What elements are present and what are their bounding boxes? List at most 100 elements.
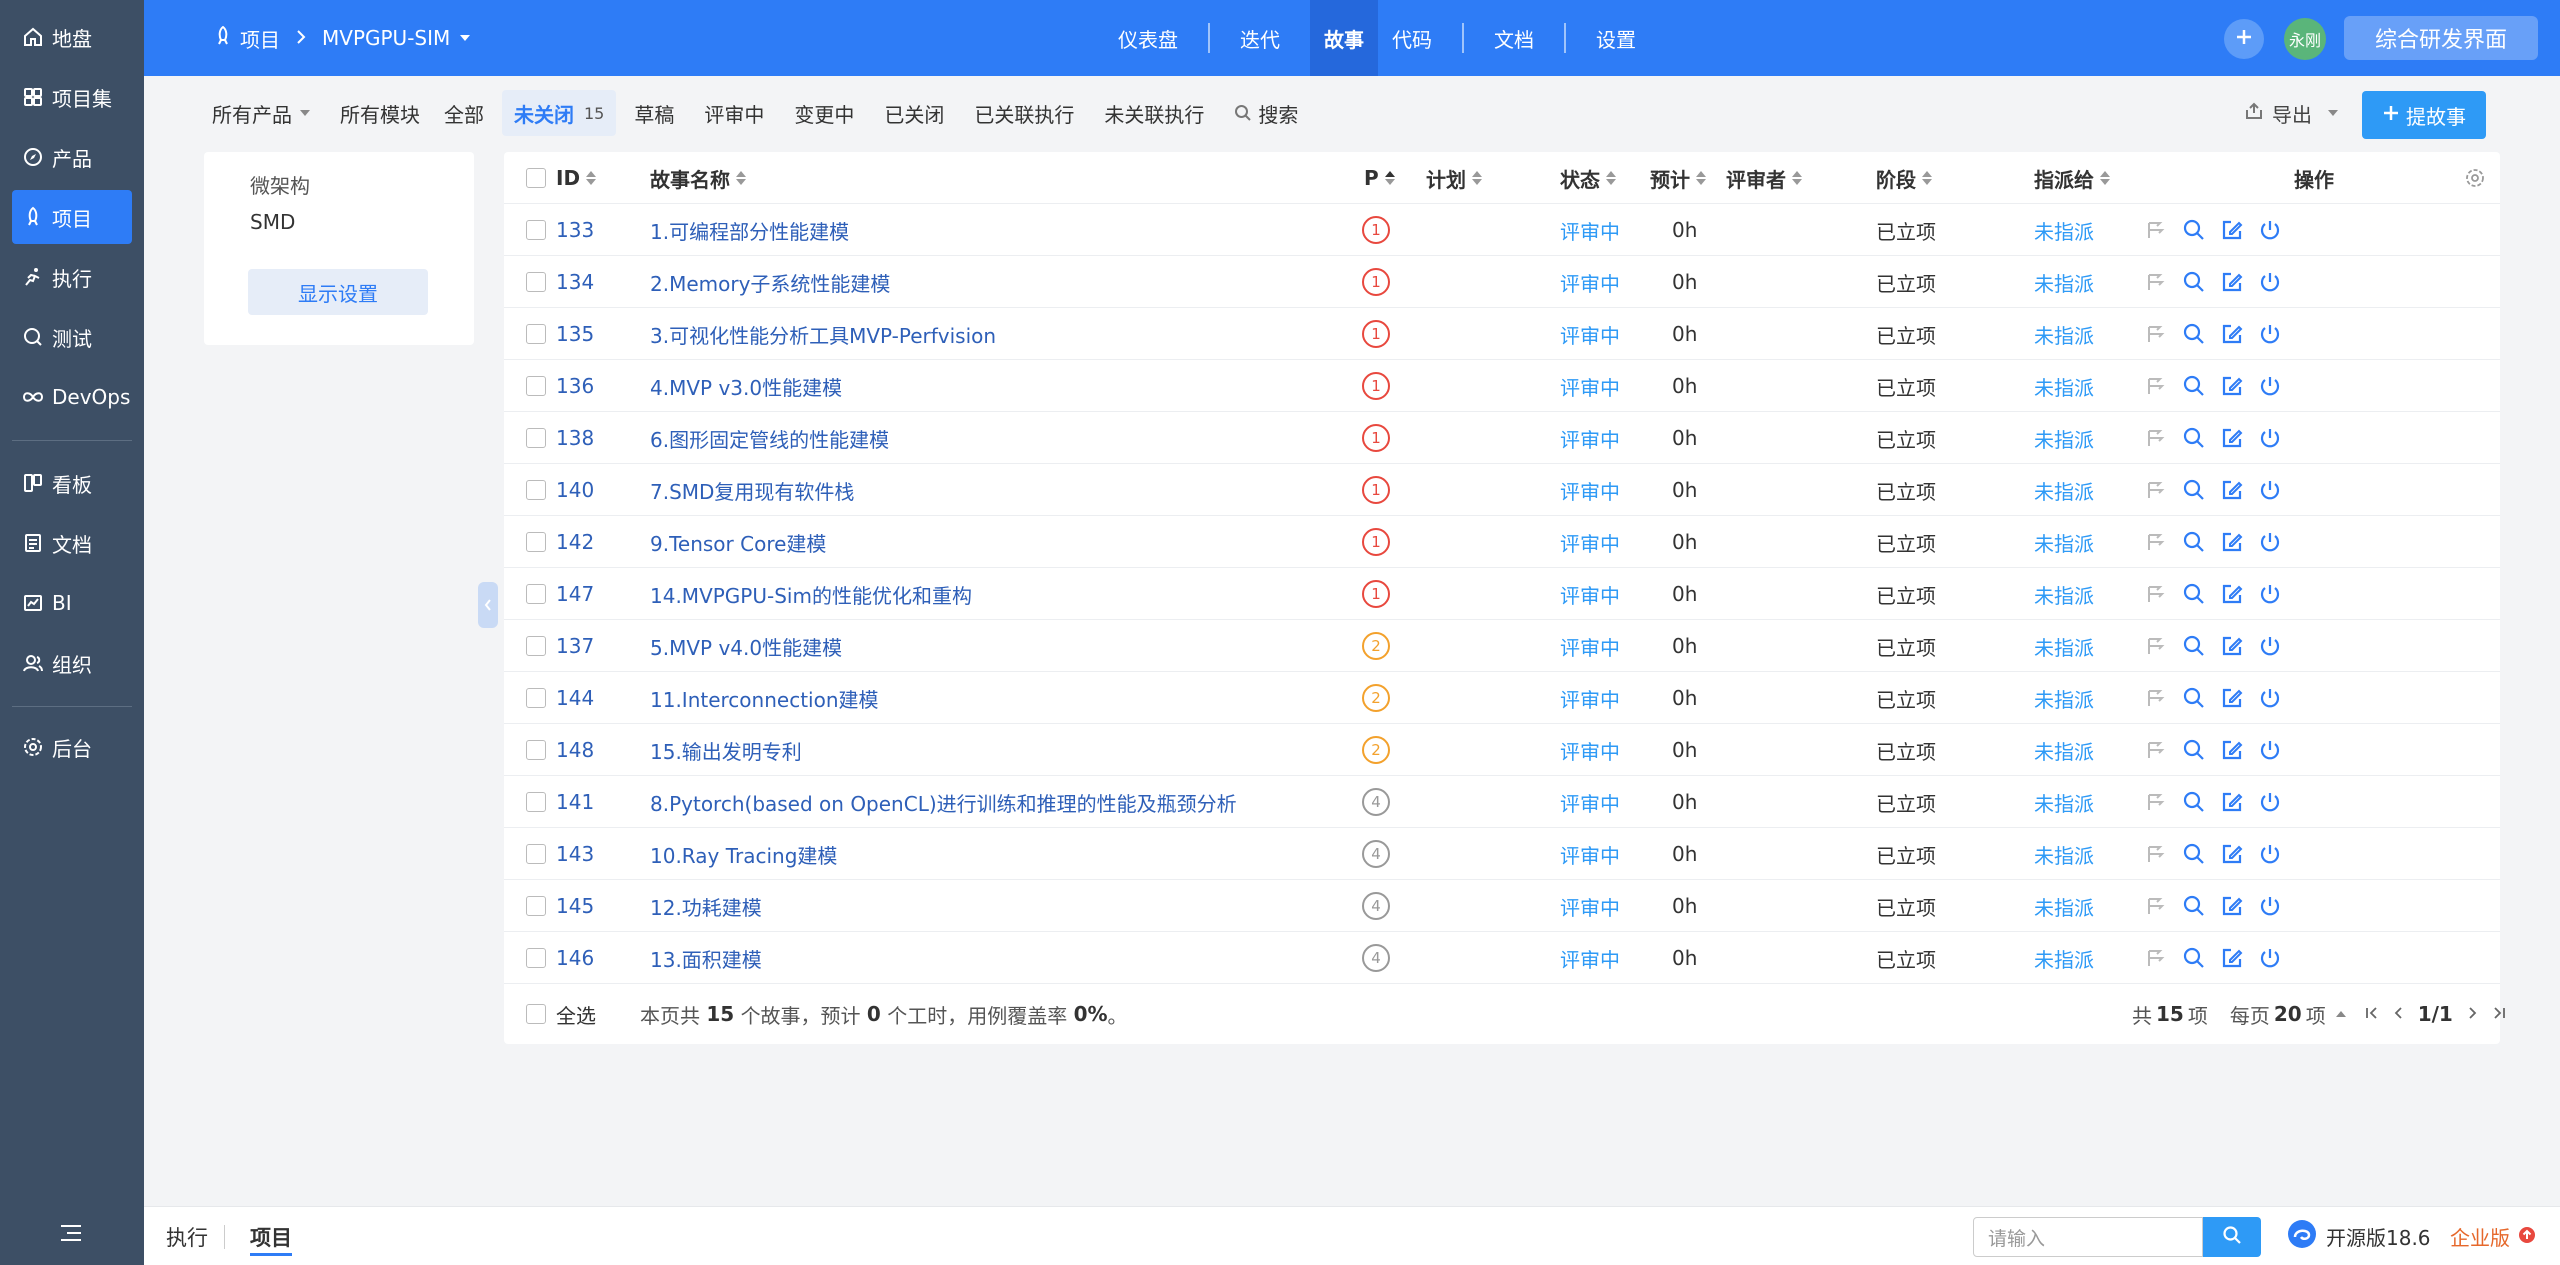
bottom-tab-project[interactable]: 项目: [250, 1207, 292, 1265]
module-item[interactable]: SMD: [250, 210, 295, 234]
story-title-link[interactable]: 1.可编程部分性能建模: [650, 204, 849, 256]
add-story-button[interactable]: 提故事: [2362, 91, 2486, 139]
story-title-link[interactable]: 6.图形固定管线的性能建模: [650, 412, 889, 464]
change-story-icon[interactable]: [2142, 892, 2170, 920]
row-checkbox[interactable]: [526, 724, 546, 776]
review-search-icon[interactable]: [2180, 216, 2208, 244]
col-name[interactable]: 故事名称: [650, 152, 746, 204]
menu-toggle-icon[interactable]: [56, 1218, 86, 1248]
story-title-link[interactable]: 2.Memory子系统性能建模: [650, 256, 890, 308]
row-checkbox[interactable]: [526, 412, 546, 464]
close-story-icon[interactable]: [2256, 892, 2284, 920]
col-priority[interactable]: P: [1364, 152, 1395, 204]
review-search-icon[interactable]: [2180, 580, 2208, 608]
assign-link[interactable]: 未指派: [2034, 360, 2094, 412]
row-checkbox[interactable]: [526, 516, 546, 568]
close-story-icon[interactable]: [2256, 268, 2284, 296]
row-checkbox[interactable]: [526, 776, 546, 828]
change-story-icon[interactable]: [2142, 788, 2170, 816]
row-checkbox[interactable]: [526, 568, 546, 620]
col-status[interactable]: 状态: [1560, 152, 1616, 204]
chevron-down-icon[interactable]: [460, 35, 471, 41]
story-id-link[interactable]: 136: [556, 360, 594, 412]
row-checkbox[interactable]: [526, 620, 546, 672]
row-checkbox[interactable]: [526, 828, 546, 880]
review-search-icon[interactable]: [2180, 944, 2208, 972]
tab-iteration[interactable]: 迭代: [1226, 0, 1294, 76]
review-search-icon[interactable]: [2180, 372, 2208, 400]
sidebar-item-org[interactable]: 组织: [12, 636, 132, 690]
story-id-link[interactable]: 145: [556, 880, 594, 932]
change-story-icon[interactable]: [2142, 684, 2170, 712]
footer-select-all-checkbox[interactable]: [526, 984, 546, 1044]
tab-settings[interactable]: 设置: [1582, 0, 1650, 76]
sidebar-item-doc[interactable]: 文档: [12, 516, 132, 570]
bottom-search-input[interactable]: 请输入: [1973, 1217, 2203, 1257]
assign-link[interactable]: 未指派: [2034, 412, 2094, 464]
assign-link[interactable]: 未指派: [2034, 204, 2094, 256]
change-story-icon[interactable]: [2142, 736, 2170, 764]
review-search-icon[interactable]: [2180, 424, 2208, 452]
story-id-link[interactable]: 134: [556, 256, 594, 308]
row-checkbox[interactable]: [526, 672, 546, 724]
assign-link[interactable]: 未指派: [2034, 880, 2094, 932]
column-settings-icon[interactable]: [2464, 152, 2486, 204]
edit-icon[interactable]: [2218, 216, 2246, 244]
assign-link[interactable]: 未指派: [2034, 724, 2094, 776]
footer-select-all-label[interactable]: 全选: [556, 984, 596, 1044]
change-story-icon[interactable]: [2142, 320, 2170, 348]
close-story-icon[interactable]: [2256, 424, 2284, 452]
story-id-link[interactable]: 138: [556, 412, 594, 464]
review-search-icon[interactable]: [2180, 632, 2208, 660]
story-title-link[interactable]: 15.输出发明专利: [650, 724, 802, 776]
story-title-link[interactable]: 3.可视化性能分析工具MVP-Perfvision: [650, 308, 996, 360]
story-id-link[interactable]: 147: [556, 568, 594, 620]
story-title-link[interactable]: 9.Tensor Core建模: [650, 516, 826, 568]
search-toggle[interactable]: 搜索: [1222, 90, 1310, 136]
close-story-icon[interactable]: [2256, 372, 2284, 400]
edit-icon[interactable]: [2218, 528, 2246, 556]
close-story-icon[interactable]: [2256, 216, 2284, 244]
tab-unclosed[interactable]: 未关闭 15: [502, 90, 617, 136]
edit-icon[interactable]: [2218, 892, 2246, 920]
module-filter[interactable]: 所有模块: [328, 90, 432, 136]
tab-draft[interactable]: 草稿: [622, 90, 686, 136]
review-search-icon[interactable]: [2180, 736, 2208, 764]
sidebar-item-program[interactable]: 项目集: [12, 70, 132, 124]
story-title-link[interactable]: 5.MVP v4.0性能建模: [650, 620, 842, 672]
assign-link[interactable]: 未指派: [2034, 672, 2094, 724]
close-story-icon[interactable]: [2256, 788, 2284, 816]
next-page-icon[interactable]: [2465, 1002, 2479, 1026]
row-checkbox[interactable]: [526, 204, 546, 256]
assign-link[interactable]: 未指派: [2034, 464, 2094, 516]
row-checkbox[interactable]: [526, 464, 546, 516]
row-checkbox[interactable]: [526, 256, 546, 308]
sidebar-item-project[interactable]: 项目: [12, 190, 132, 244]
pager-per-page[interactable]: 20: [2274, 1002, 2302, 1026]
story-id-link[interactable]: 137: [556, 620, 594, 672]
change-story-icon[interactable]: [2142, 216, 2170, 244]
edit-icon[interactable]: [2218, 944, 2246, 972]
select-all-checkbox[interactable]: [526, 152, 546, 204]
assign-link[interactable]: 未指派: [2034, 776, 2094, 828]
tab-reviewing[interactable]: 评审中: [692, 90, 776, 136]
story-id-link[interactable]: 135: [556, 308, 594, 360]
assign-link[interactable]: 未指派: [2034, 308, 2094, 360]
edit-icon[interactable]: [2218, 632, 2246, 660]
assign-link[interactable]: 未指派: [2034, 256, 2094, 308]
edit-icon[interactable]: [2218, 788, 2246, 816]
sidebar-item-bi[interactable]: BI: [12, 576, 132, 630]
edit-icon[interactable]: [2218, 580, 2246, 608]
tab-story[interactable]: 故事: [1310, 0, 1378, 76]
product-filter[interactable]: 所有产品: [200, 90, 322, 136]
display-settings-button[interactable]: 显示设置: [248, 269, 428, 315]
assign-link[interactable]: 未指派: [2034, 516, 2094, 568]
review-search-icon[interactable]: [2180, 840, 2208, 868]
edit-icon[interactable]: [2218, 320, 2246, 348]
story-id-link[interactable]: 140: [556, 464, 594, 516]
tab-linked-execution[interactable]: 已关联执行: [962, 90, 1086, 136]
edit-icon[interactable]: [2218, 372, 2246, 400]
edit-icon[interactable]: [2218, 268, 2246, 296]
story-title-link[interactable]: 8.Pytorch(based on OpenCL)进行训练和推理的性能及瓶颈分…: [650, 776, 1237, 828]
breadcrumb-project[interactable]: MVPGPU-SIM: [322, 26, 450, 50]
